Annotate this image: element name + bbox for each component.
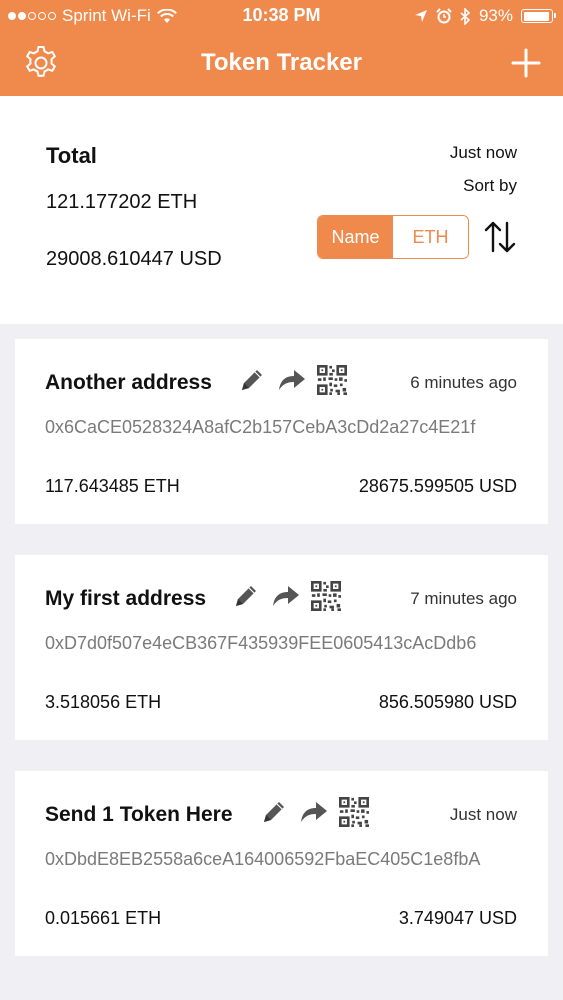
status-bar: Sprint Wi-Fi 10:38 PM 93% bbox=[0, 0, 563, 32]
alarm-icon bbox=[436, 8, 452, 24]
sort-by-label: Sort by bbox=[463, 176, 517, 195]
account-usd-balance: 28675.599505 USD bbox=[358, 476, 517, 496]
account-name: Send 1 Token Here bbox=[45, 803, 233, 826]
account-actions bbox=[231, 579, 341, 613]
page-title: Token Tracker bbox=[201, 49, 362, 76]
location-icon bbox=[414, 10, 427, 22]
qr-code-icon[interactable] bbox=[317, 363, 347, 397]
share-arrow-icon[interactable] bbox=[299, 795, 329, 829]
account-usd-balance: 3.749047 USD bbox=[398, 908, 517, 928]
edit-pencil-icon[interactable] bbox=[231, 579, 261, 613]
share-arrow-icon[interactable] bbox=[277, 363, 307, 397]
bluetooth-icon bbox=[460, 7, 471, 25]
app-header: Sprint Wi-Fi 10:38 PM 93% Token Tracker bbox=[0, 0, 563, 96]
qr-code-icon[interactable] bbox=[339, 795, 369, 829]
total-summary: Total 121.177202 ETH 29008.610447 USD Ju… bbox=[0, 96, 563, 324]
sort-arrows-icon[interactable] bbox=[482, 217, 518, 257]
total-usd-value: 29008.610447 USD bbox=[46, 248, 222, 270]
account-card[interactable]: My first address 7 minutes ago 0xD7d0f50… bbox=[15, 555, 548, 740]
account-address: 0xD7d0f507e4eCB367F435939FEE0605413cAcDd… bbox=[45, 633, 477, 653]
edit-pencil-icon[interactable] bbox=[259, 795, 289, 829]
account-actions bbox=[259, 795, 369, 829]
account-address: 0x6CaCE0528324A8afC2b157CebA3cDd2a27c4E2… bbox=[45, 417, 476, 437]
account-eth-balance: 3.518056 ETH bbox=[45, 692, 162, 712]
battery-percent: 93% bbox=[478, 6, 513, 25]
account-updated-time: 6 minutes ago bbox=[410, 373, 517, 392]
battery-icon bbox=[521, 9, 556, 23]
sort-by-name-button[interactable]: Name bbox=[318, 216, 393, 258]
sort-segmented-control: Name ETH bbox=[317, 215, 469, 259]
account-actions bbox=[237, 363, 347, 397]
account-address: 0xDbdE8EB2558a6ceA164006592FbaEC405C1e8f… bbox=[45, 849, 481, 869]
battery-fill bbox=[523, 11, 549, 21]
edit-pencil-icon[interactable] bbox=[237, 363, 267, 397]
plus-icon[interactable] bbox=[511, 44, 541, 82]
sort-by-eth-button[interactable]: ETH bbox=[393, 216, 468, 258]
account-card[interactable]: Send 1 Token Here Just now 0xDbdE8EB2558… bbox=[15, 771, 548, 956]
account-updated-time: Just now bbox=[449, 805, 517, 824]
account-eth-balance: 117.643485 ETH bbox=[45, 476, 180, 496]
total-eth-value: 121.177202 ETH bbox=[46, 191, 198, 213]
account-eth-balance: 0.015661 ETH bbox=[45, 908, 162, 928]
account-usd-balance: 856.505980 USD bbox=[378, 692, 517, 712]
nav-bar: Token Tracker bbox=[0, 32, 563, 96]
share-arrow-icon[interactable] bbox=[271, 579, 301, 613]
total-label: Total bbox=[46, 143, 97, 168]
account-updated-time: 7 minutes ago bbox=[410, 589, 517, 608]
last-updated: Just now bbox=[449, 143, 517, 162]
account-card[interactable]: Another address 6 minutes ago 0x6CaCE052… bbox=[15, 339, 548, 524]
account-name: My first address bbox=[45, 587, 207, 610]
status-right: 93% bbox=[414, 6, 556, 26]
qr-code-icon[interactable] bbox=[311, 579, 341, 613]
account-name: Another address bbox=[45, 371, 212, 394]
